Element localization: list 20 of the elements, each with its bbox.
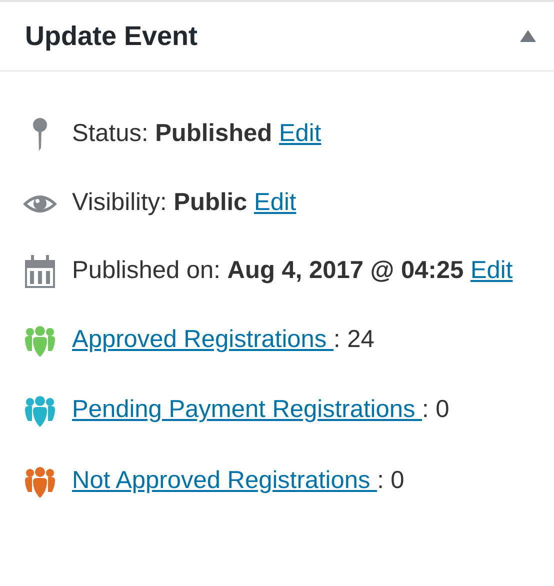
field-label: Published on: bbox=[72, 257, 220, 284]
field-value: Aug 4, 2017 @ 04:25 bbox=[227, 257, 464, 284]
pin-icon bbox=[33, 118, 47, 152]
panel-title: Update Event bbox=[25, 20, 198, 52]
edit-link[interactable]: Edit bbox=[254, 188, 296, 216]
collapse-toggle-icon[interactable] bbox=[520, 30, 536, 42]
eye-icon bbox=[22, 192, 58, 215]
registration-count: : 0 bbox=[422, 396, 450, 424]
edit-link[interactable]: Edit bbox=[278, 120, 322, 147]
registration-count: : 24 bbox=[333, 326, 374, 353]
field-label: Visibility: bbox=[72, 188, 167, 216]
calendar-icon bbox=[24, 255, 56, 290]
field-value: Published bbox=[155, 120, 272, 147]
registrations-link[interactable]: Approved Registrations bbox=[72, 326, 334, 353]
registration-count: : 0 bbox=[377, 466, 404, 494]
registrations-link[interactable]: Not Approved Registrations bbox=[72, 466, 378, 494]
field-value: Public bbox=[174, 188, 248, 216]
registrations-link[interactable]: Pending Payment Registrations bbox=[72, 396, 422, 424]
edit-link[interactable]: Edit bbox=[470, 257, 513, 284]
field-label: Status: bbox=[72, 120, 148, 147]
